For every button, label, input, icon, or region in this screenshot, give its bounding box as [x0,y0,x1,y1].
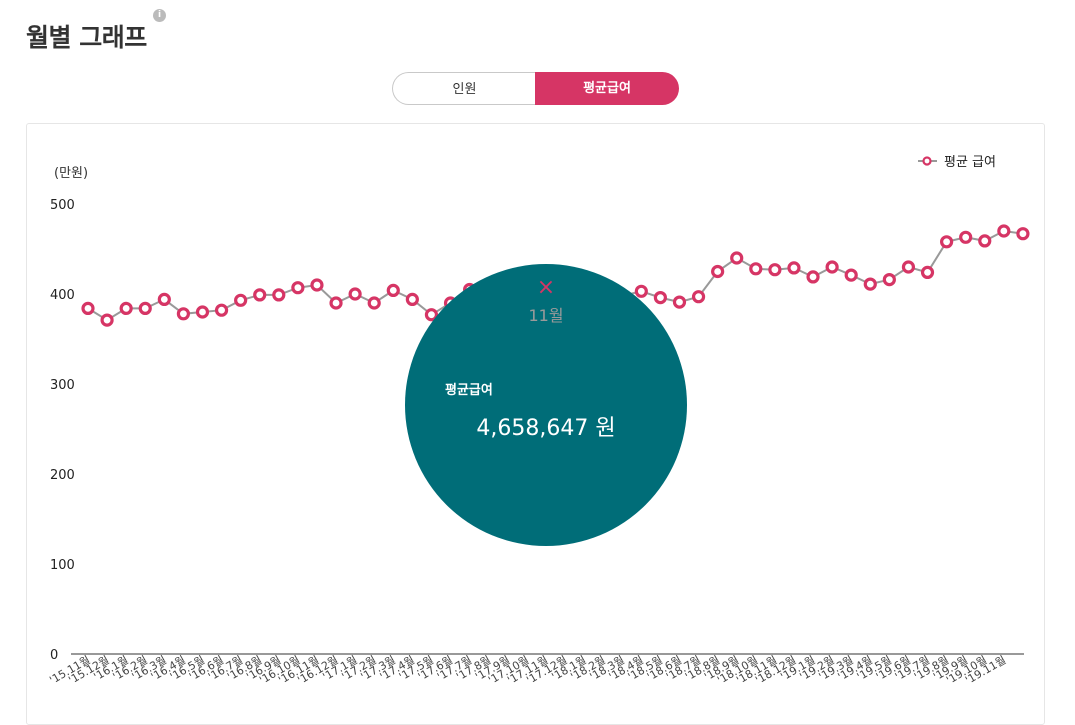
data-point [825,260,839,274]
data-point [901,260,916,274]
data-point [806,270,820,284]
close-icon: × [537,275,555,300]
y-tick-label: 0 [50,648,58,663]
data-point [882,273,896,287]
data-point [920,265,935,279]
data-point [730,251,744,265]
data-point [863,277,877,291]
data-point [310,278,324,292]
data-point [234,293,248,307]
y-tick-label: 200 [50,468,75,483]
data-point [978,234,992,248]
chart-panel: (만원) 0 100 200 300 400 500'15.11월 '15.12월 '16.1월… [26,123,1045,725]
y-tick-label: 400 [50,288,75,303]
tooltip-month: 11월 [528,306,563,325]
tab-salary[interactable]: 평균급여 [535,72,679,105]
data-point [253,288,267,302]
data-point [787,261,801,275]
data-point [959,230,973,244]
data-point [157,292,171,306]
tab-people[interactable]: 인원 [392,72,536,105]
data-point [348,287,362,301]
data-point [634,284,648,298]
graph-tabs: 인원 평균급여 [392,72,679,105]
data-point [272,288,286,302]
data-point [1016,227,1030,241]
tooltip-value: 4,658,647 원 [476,416,615,441]
data-point [329,296,343,310]
tooltip-label: 평균급여 [445,382,493,398]
data-point [997,224,1011,238]
data-point [100,313,114,327]
data-point [749,262,763,276]
y-tick-label: 100 [50,558,75,573]
legend-label: 평균 급여 [944,155,996,170]
data-point [138,301,152,315]
data-point [405,292,419,306]
line-chart: (만원)0100200300400500'15.11월'15.12월'16.1월… [47,155,1030,687]
data-point [711,264,725,279]
data-point [367,296,381,310]
page-title: 월별 그래프 [26,23,147,52]
data-point [691,290,706,304]
legend-marker [922,156,932,166]
data-point [176,307,190,321]
data-point [844,268,858,282]
data-point [386,283,400,297]
data-point [291,281,305,295]
y-axis-title: (만원) [54,166,88,181]
y-tick-label: 300 [50,378,75,393]
data-point [768,263,782,277]
data-point [195,305,210,319]
data-point [119,301,133,315]
data-point [672,295,687,309]
data-point [214,303,229,317]
data-point [653,291,668,305]
y-tick-label: 500 [50,198,75,213]
data-point [939,235,954,249]
info-icon[interactable]: i [153,9,166,22]
data-point [81,301,95,315]
